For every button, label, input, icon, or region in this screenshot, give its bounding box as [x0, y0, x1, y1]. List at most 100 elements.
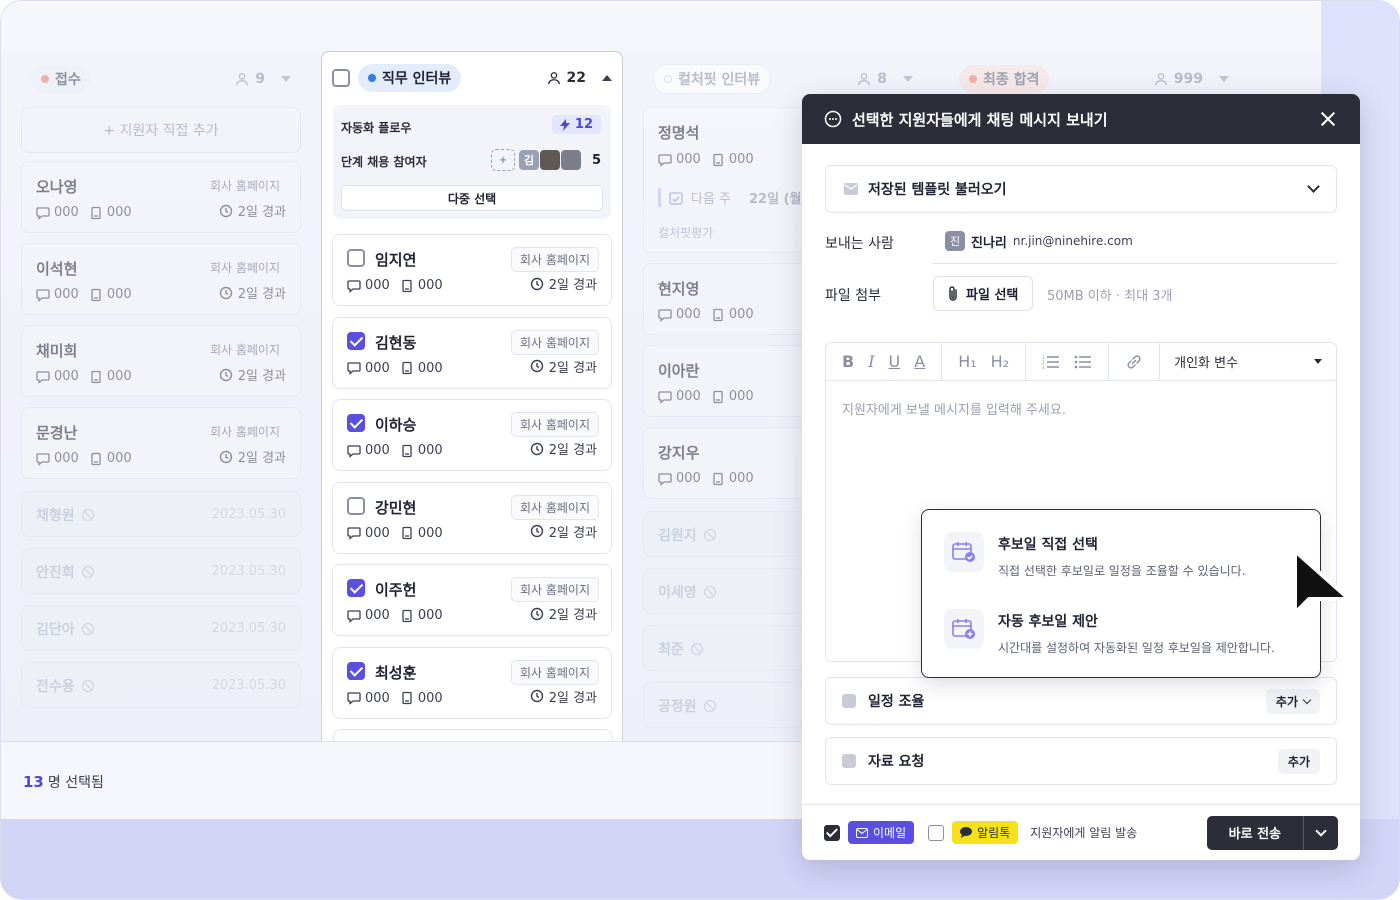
applicant-name: 이세영	[658, 582, 717, 602]
applicant-name: 김단아	[36, 619, 95, 639]
stage-count: 22	[547, 70, 612, 86]
top-bar	[1, 1, 1321, 51]
send-button-group: 바로 전송	[1206, 815, 1338, 850]
text-color-button[interactable]: A	[914, 352, 925, 371]
ordered-list-icon[interactable]: 123	[1042, 355, 1060, 369]
card-meta: 000 000	[347, 361, 443, 376]
email-checkbox[interactable]	[824, 824, 840, 841]
applicant-card[interactable]: 이석현 회사 홈페이지 000 000 2일 경과	[21, 243, 301, 315]
dropped-applicant-card[interactable]: 최준	[643, 625, 803, 671]
option-auto-dates[interactable]: 자동 후보일 제안 시간대를 설정하여 자동화된 일정 후보일을 제안합니다.	[944, 609, 1275, 656]
multi-select-button[interactable]: 다중 선택	[341, 185, 603, 211]
applicant-checkbox[interactable]	[347, 496, 365, 515]
request-label: 자료 요청	[868, 754, 925, 770]
close-icon[interactable]	[1318, 109, 1338, 129]
stage-title: 컬처핏 인터뷰	[678, 72, 761, 88]
elapsed-time: 2일 경과	[530, 439, 597, 458]
participants-group[interactable]: + 김 5	[490, 149, 601, 171]
applicant-checkbox[interactable]	[347, 249, 365, 267]
send-now-button[interactable]: 바로 전송	[1207, 815, 1304, 850]
dropped-applicant-card[interactable]: 김단아 2023.05.30	[21, 605, 301, 651]
collapse-caret-icon[interactable]	[1219, 76, 1229, 82]
applicant-checkbox[interactable]	[347, 579, 365, 597]
send-options-button[interactable]	[1304, 816, 1338, 850]
option-title: 후보일 직접 선택	[998, 537, 1098, 553]
document-icon	[91, 370, 101, 383]
document-icon	[713, 472, 723, 485]
dropped-applicant-card[interactable]: 안진희 2023.05.30	[21, 548, 301, 594]
file-select-button[interactable]: 파일 선택	[933, 276, 1034, 311]
document-icon	[91, 206, 101, 219]
applicant-checkbox[interactable]	[347, 661, 365, 680]
stage-pill[interactable]: 컬처핏 인터뷰	[653, 64, 772, 94]
request-add-button[interactable]: 추가	[1277, 748, 1320, 774]
stage-pill[interactable]: 접수	[31, 65, 91, 93]
alimtalk-tag: 알림톡	[952, 821, 1019, 844]
applicant-card[interactable]: 최성훈 회사 홈페이지 000 000 2일 경과	[332, 646, 612, 719]
dropped-applicant-card[interactable]: 김원지	[643, 511, 803, 557]
schedule-add-button[interactable]: 추가	[1265, 688, 1320, 714]
collapse-caret-icon[interactable]	[903, 76, 913, 82]
dropped-applicant-card[interactable]: 전수용 2023.05.30	[21, 662, 301, 708]
applicant-card[interactable]: 강민현 회사 홈페이지 000 000 2일 경과	[332, 481, 612, 554]
applicant-card[interactable]: 이하승 회사 홈페이지 000 000 2일 경과	[332, 399, 612, 471]
dropped-applicant-card[interactable]: 이세영	[643, 568, 803, 614]
applicant-name: 김현동	[375, 333, 417, 352]
alimtalk-checkbox[interactable]	[928, 824, 945, 841]
applicant-checkbox[interactable]	[347, 414, 365, 432]
applicant-card[interactable]: 김현동 회사 홈페이지 000 000 2일 경과	[332, 316, 612, 389]
bold-button[interactable]: B	[842, 352, 854, 371]
add-applicant-button[interactable]: + 지원자 직접 추가	[21, 107, 301, 153]
automation-flow-badge[interactable]: 12	[551, 115, 601, 134]
applicant-card[interactable]: 문경난 회사 홈페이지 000 000 2일 경과	[21, 407, 301, 479]
selection-label: 명 선택됨	[47, 775, 104, 791]
applicant-name: 전수용	[36, 676, 95, 696]
person-icon	[1154, 73, 1167, 86]
lightning-icon	[559, 118, 570, 131]
bullet-list-icon[interactable]	[1074, 355, 1092, 369]
template-dropdown[interactable]: 저장된 템플릿 불러오기	[825, 165, 1337, 213]
applicant-card[interactable]: 이주헌 회사 홈페이지 000 000 2일 경과	[332, 564, 612, 636]
mail-icon	[844, 183, 858, 195]
card-meta: 000 000	[347, 608, 443, 623]
applicant-checkbox[interactable]	[347, 331, 365, 350]
applicant-name: 이주헌	[375, 581, 417, 599]
dropped-applicant-card[interactable]: 공정원	[643, 682, 803, 728]
blocked-icon	[81, 565, 94, 579]
send-message-modal: 선택한 지원자들에게 채팅 메시지 보내기 저장된 템플릿 불러오기 보내는 사…	[802, 94, 1360, 860]
avatar: 김	[517, 149, 540, 171]
schedule-row: 일정 조율 추가	[825, 677, 1337, 725]
heading1-button[interactable]: H₁	[958, 352, 976, 371]
elapsed-time: 2일 경과	[530, 274, 597, 293]
dropped-applicant-card[interactable]: 채형원 2023.05.30	[21, 491, 301, 537]
stage-title: 직무 인터뷰	[382, 71, 452, 87]
stage-pill[interactable]: 직무 인터뷰	[358, 64, 462, 92]
clock-icon	[530, 277, 543, 290]
underline-button[interactable]: U	[889, 352, 901, 371]
applicant-name: 현지영	[658, 280, 700, 298]
variable-select[interactable]: 개인화 변수	[1160, 352, 1336, 371]
option-manual-dates[interactable]: 후보일 직접 선택 직접 선택한 후보일로 일정을 조율할 수 있습니다.	[944, 532, 1246, 579]
heading2-button[interactable]: H₂	[991, 352, 1009, 371]
applicant-card[interactable]: 임지연 회사 홈페이지 000 000 2일 경과	[332, 234, 612, 306]
select-all-checkbox[interactable]	[332, 69, 350, 87]
stage-count: 999	[1154, 71, 1229, 87]
collapse-caret-icon[interactable]	[602, 75, 612, 81]
modal-header: 선택한 지원자들에게 채팅 메시지 보내기	[802, 94, 1360, 144]
comment-icon	[658, 153, 672, 167]
link-icon[interactable]	[1125, 353, 1143, 371]
document-icon	[713, 153, 723, 166]
applicant-card[interactable]: 채미희 회사 홈페이지 000 000 2일 경과	[21, 325, 301, 397]
stage-count: 8	[857, 71, 913, 87]
italic-button[interactable]: I	[868, 352, 874, 371]
add-participant-icon[interactable]: +	[490, 149, 515, 171]
applied-date: 2023.05.30	[211, 621, 286, 636]
stage-pill[interactable]: 최종 합격	[959, 65, 1050, 93]
message-input[interactable]: 지원자에게 보낼 메시지를 입력해 주세요.	[826, 381, 1336, 436]
comment-icon	[658, 390, 672, 404]
elapsed-time: 2일 경과	[219, 283, 286, 302]
applicant-card[interactable]: 오나영 회사 홈페이지 000 000 2일 경과	[21, 161, 301, 233]
person-icon	[858, 73, 871, 86]
collapse-caret-icon[interactable]	[281, 76, 291, 82]
source-badge: 회사 홈페이지	[209, 425, 280, 439]
